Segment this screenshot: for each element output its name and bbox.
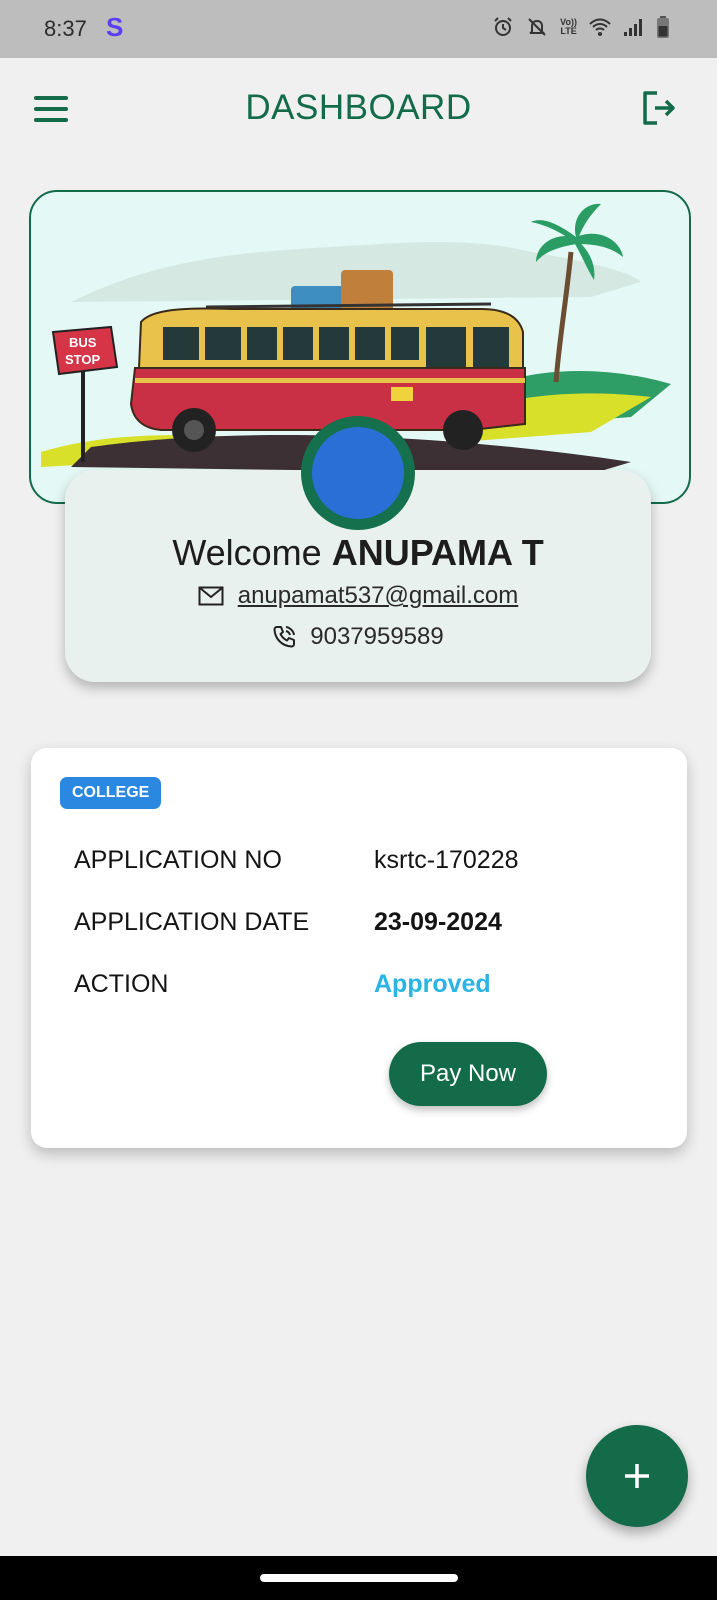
action-status-value: Approved (374, 970, 491, 998)
svg-text:STOP: STOP (65, 352, 100, 367)
avatar-image (312, 427, 404, 519)
app-header: DASHBOARD (0, 58, 717, 168)
logout-icon (643, 91, 675, 125)
category-badge: COLLEGE (60, 777, 162, 809)
alarm-icon (494, 17, 512, 36)
logout-button[interactable] (641, 90, 677, 131)
status-bar: 8:37 S Vo)) LTE (0, 0, 717, 58)
application-date-label: APPLICATION DATE (74, 908, 310, 936)
signal-icon (624, 19, 642, 36)
home-gesture-handle[interactable] (260, 1574, 458, 1582)
battery-icon (657, 16, 669, 38)
plus-icon (625, 1464, 649, 1488)
mail-icon (198, 586, 224, 606)
avatar[interactable] (301, 416, 415, 530)
app-notification-icon: S (106, 12, 124, 42)
phone-number: 9037959589 (310, 623, 444, 650)
email-row: anupamat537@gmail.com (65, 582, 651, 610)
user-name: ANUPAMA T (331, 532, 544, 573)
action-label: ACTION (74, 970, 169, 998)
bus-stop-sign-text: BUS (69, 335, 97, 350)
pay-now-button[interactable]: Pay Now (389, 1042, 547, 1106)
application-no-value: ksrtc-170228 (374, 846, 519, 874)
phone-row: 9037959589 (65, 623, 651, 651)
status-time: 8:37 (44, 16, 87, 41)
system-nav-bar (0, 1556, 717, 1600)
application-no-label: APPLICATION NO (74, 846, 282, 874)
email-link[interactable]: anupamat537@gmail.com (238, 582, 519, 610)
phone-icon (273, 626, 296, 648)
page-title: DASHBOARD (245, 88, 472, 127)
bell-off-icon (528, 18, 546, 36)
wifi-icon (589, 18, 611, 36)
application-date-value: 23-09-2024 (374, 908, 502, 936)
add-application-button[interactable] (586, 1425, 688, 1527)
welcome-text: Welcome ANUPAMA T (172, 532, 544, 573)
volte-icon: Vo)) LTE (560, 17, 577, 36)
status-icons: Vo)) LTE (492, 16, 669, 38)
application-card: COLLEGE APPLICATION NO ksrtc-170228 APPL… (31, 748, 687, 1148)
